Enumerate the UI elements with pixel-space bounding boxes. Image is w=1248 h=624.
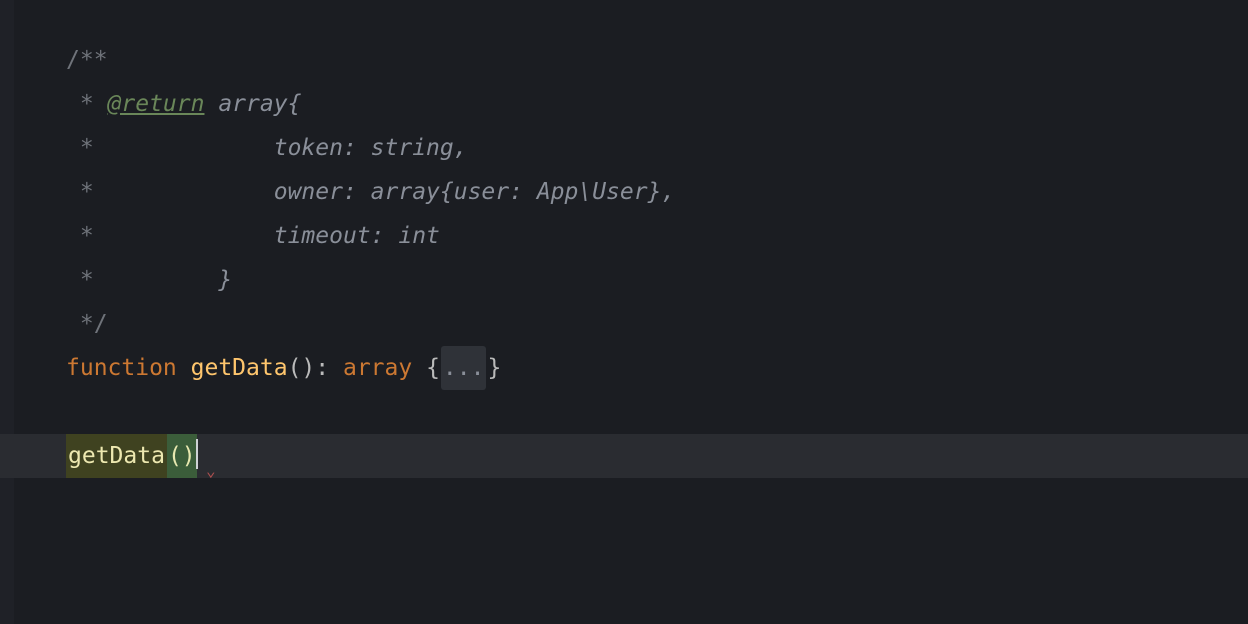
- docblock-text: token: string,: [274, 135, 468, 161]
- code-editor[interactable]: /** * @return array{ * token: string, * …: [0, 0, 1248, 624]
- docblock-close: */: [66, 311, 108, 337]
- function-name: getData: [191, 355, 288, 381]
- code-line[interactable]: function getData(): array {...}: [0, 346, 1248, 390]
- code-line[interactable]: * token: string,: [0, 126, 1248, 170]
- docblock-text: array{: [204, 91, 301, 117]
- docblock-tag-return: @return: [108, 91, 205, 117]
- docblock-text: timeout: int: [274, 223, 440, 249]
- docblock-text: owner: array{user: App\User},: [274, 179, 676, 205]
- paren-colon: ():: [288, 355, 343, 381]
- text-caret: [196, 439, 198, 469]
- docblock-text: }: [218, 267, 232, 293]
- brace-open: {: [412, 355, 440, 381]
- docblock-star: *: [66, 91, 108, 117]
- code-line[interactable]: * timeout: int: [0, 214, 1248, 258]
- docblock-open: /**: [66, 47, 108, 73]
- editor-gutter: [0, 0, 14, 624]
- error-squiggle-icon: ⌄: [206, 466, 216, 476]
- code-line-empty[interactable]: [0, 390, 1248, 434]
- code-line[interactable]: * owner: array{user: App\User},: [0, 170, 1248, 214]
- call-expression-name: getData: [66, 434, 167, 478]
- code-line[interactable]: * @return array{: [0, 82, 1248, 126]
- return-type: array: [343, 355, 412, 381]
- docblock-star: *: [66, 135, 274, 161]
- code-line[interactable]: */: [0, 302, 1248, 346]
- space: [177, 355, 191, 381]
- keyword-function: function: [66, 355, 177, 381]
- code-line-current[interactable]: getData() ⌄: [0, 434, 1248, 478]
- call-expression-parens: (): [167, 434, 197, 478]
- code-line[interactable]: /**: [0, 38, 1248, 82]
- brace-close: }: [487, 355, 501, 381]
- code-line[interactable]: * }: [0, 258, 1248, 302]
- docblock-star: *: [66, 223, 274, 249]
- code-fold-ellipsis[interactable]: ...: [441, 346, 487, 390]
- docblock-star: *: [66, 267, 218, 293]
- docblock-star: *: [66, 179, 274, 205]
